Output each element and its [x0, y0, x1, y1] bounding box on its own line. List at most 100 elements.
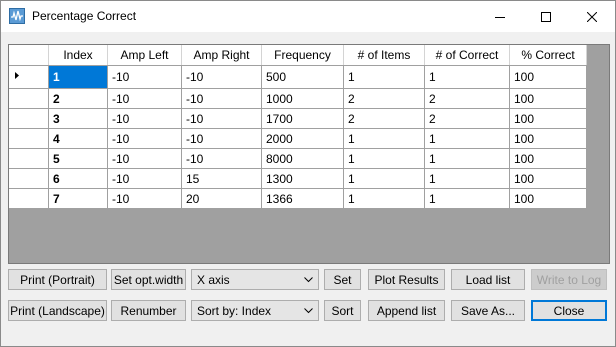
minimize-button[interactable]: [477, 1, 523, 32]
correct-cell[interactable]: 1: [424, 148, 510, 169]
app-icon: [9, 8, 25, 24]
results-table: Index Amp Left Amp Right Frequency # of …: [9, 45, 587, 209]
correct-cell[interactable]: 2: [424, 88, 510, 109]
amp-left-cell[interactable]: -10: [107, 108, 182, 129]
percent-correct-cell[interactable]: 100: [509, 108, 587, 129]
items-cell[interactable]: 2: [343, 108, 425, 129]
items-cell[interactable]: 1: [343, 65, 425, 89]
row-header[interactable]: [9, 128, 49, 149]
items-cell[interactable]: 1: [343, 168, 425, 189]
frequency-cell[interactable]: 2000: [261, 128, 344, 149]
title-bar: Percentage Correct: [1, 1, 615, 32]
frequency-cell[interactable]: 1300: [261, 168, 344, 189]
index-cell[interactable]: 2: [48, 88, 108, 109]
row-header[interactable]: [9, 148, 49, 169]
percent-correct-cell[interactable]: 100: [509, 168, 587, 189]
close-icon: [587, 11, 597, 22]
append-list-button[interactable]: Append list: [368, 300, 445, 321]
axis-select[interactable]: X axis: [191, 269, 319, 290]
correct-cell[interactable]: 1: [424, 188, 510, 209]
print-landscape-button[interactable]: Print (Landscape): [8, 300, 107, 321]
sort-by-select[interactable]: Sort by: Index: [191, 300, 319, 321]
amp-right-cell[interactable]: 15: [181, 168, 262, 189]
row-header[interactable]: [9, 88, 49, 109]
amp-left-cell[interactable]: -10: [107, 65, 182, 89]
plot-results-button[interactable]: Plot Results: [368, 269, 445, 290]
frequency-cell[interactable]: 1000: [261, 88, 344, 109]
column-header-correct[interactable]: # of Correct: [424, 45, 510, 66]
percent-correct-cell[interactable]: 100: [509, 188, 587, 209]
table-row[interactable]: 1 -10 -10 500 1 1 100: [9, 65, 587, 89]
column-header-items[interactable]: # of Items: [343, 45, 425, 66]
results-grid[interactable]: Index Amp Left Amp Right Frequency # of …: [8, 44, 610, 264]
amp-left-cell[interactable]: -10: [107, 188, 182, 209]
correct-cell[interactable]: 1: [424, 65, 510, 89]
table-row[interactable]: 6 -10 15 1300 1 1 100: [9, 168, 587, 189]
renumber-button[interactable]: Renumber: [111, 300, 186, 321]
index-cell[interactable]: 6: [48, 168, 108, 189]
current-row-arrow-icon: [15, 72, 19, 79]
set-button[interactable]: Set: [324, 269, 361, 290]
percent-correct-cell[interactable]: 100: [509, 65, 587, 89]
sort-button[interactable]: Sort: [324, 300, 361, 321]
print-portrait-button[interactable]: Print (Portrait): [8, 269, 107, 290]
table-row[interactable]: 2 -10 -10 1000 2 2 100: [9, 88, 587, 109]
index-cell[interactable]: 7: [48, 188, 108, 209]
amp-left-cell[interactable]: -10: [107, 88, 182, 109]
row-header[interactable]: [9, 188, 49, 209]
save-as-button[interactable]: Save As...: [451, 300, 525, 321]
frequency-cell[interactable]: 1366: [261, 188, 344, 209]
set-opt-width-button[interactable]: Set opt.width: [111, 269, 186, 290]
table-row[interactable]: 4 -10 -10 2000 1 1 100: [9, 128, 587, 149]
column-header-frequency[interactable]: Frequency: [261, 45, 344, 66]
items-cell[interactable]: 1: [343, 188, 425, 209]
percent-correct-cell[interactable]: 100: [509, 148, 587, 169]
frequency-cell[interactable]: 8000: [261, 148, 344, 169]
row-header[interactable]: [9, 168, 49, 189]
amp-right-cell[interactable]: -10: [181, 108, 262, 129]
percent-correct-cell[interactable]: 100: [509, 88, 587, 109]
index-cell[interactable]: 1: [48, 65, 108, 89]
items-cell[interactable]: 2: [343, 88, 425, 109]
row-header[interactable]: [9, 65, 49, 89]
index-cell[interactable]: 3: [48, 108, 108, 129]
maximize-button[interactable]: [523, 1, 569, 32]
column-header-amp-right[interactable]: Amp Right: [181, 45, 262, 66]
column-header-percent-correct[interactable]: % Correct: [509, 45, 587, 66]
correct-cell[interactable]: 2: [424, 108, 510, 129]
corner-header: [9, 45, 49, 66]
index-cell[interactable]: 5: [48, 148, 108, 169]
maximize-icon: [541, 11, 551, 22]
index-cell[interactable]: 4: [48, 128, 108, 149]
chevron-down-icon: [304, 308, 313, 314]
amp-left-cell[interactable]: -10: [107, 148, 182, 169]
column-header-amp-left[interactable]: Amp Left: [107, 45, 182, 66]
amp-left-cell[interactable]: -10: [107, 128, 182, 149]
amp-right-cell[interactable]: -10: [181, 148, 262, 169]
correct-cell[interactable]: 1: [424, 168, 510, 189]
amp-right-cell[interactable]: -10: [181, 88, 262, 109]
close-window-button[interactable]: [569, 1, 615, 32]
column-header-index[interactable]: Index: [48, 45, 108, 66]
items-cell[interactable]: 1: [343, 148, 425, 169]
items-cell[interactable]: 1: [343, 128, 425, 149]
amp-right-cell[interactable]: 20: [181, 188, 262, 209]
percent-correct-cell[interactable]: 100: [509, 128, 587, 149]
header-row: Index Amp Left Amp Right Frequency # of …: [9, 45, 587, 66]
chevron-down-icon: [304, 277, 313, 283]
amp-left-cell[interactable]: -10: [107, 168, 182, 189]
sort-by-select-value: Sort by: Index: [197, 304, 272, 318]
close-button[interactable]: Close: [531, 300, 607, 321]
percentage-correct-window: Percentage Correct Index Amp Left Amp Ri…: [0, 0, 616, 347]
amp-right-cell[interactable]: -10: [181, 128, 262, 149]
table-row[interactable]: 3 -10 -10 1700 2 2 100: [9, 108, 587, 129]
row-header[interactable]: [9, 108, 49, 129]
table-row[interactable]: 7 -10 20 1366 1 1 100: [9, 188, 587, 209]
amp-right-cell[interactable]: -10: [181, 65, 262, 89]
load-list-button[interactable]: Load list: [451, 269, 525, 290]
frequency-cell[interactable]: 1700: [261, 108, 344, 129]
correct-cell[interactable]: 1: [424, 128, 510, 149]
write-to-log-button[interactable]: Write to Log: [531, 269, 607, 290]
frequency-cell[interactable]: 500: [261, 65, 344, 89]
table-row[interactable]: 5 -10 -10 8000 1 1 100: [9, 148, 587, 169]
